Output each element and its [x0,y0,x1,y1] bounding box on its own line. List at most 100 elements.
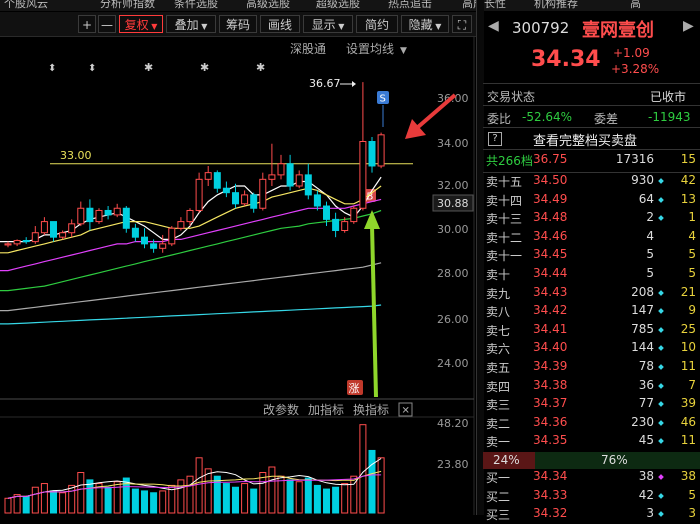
level-volume: 77 [638,396,654,411]
ask-row: 卖十二 34.46 4 4 [483,229,700,247]
level-label: 卖三 [486,398,511,413]
summary-label: 共266档 [486,154,533,168]
simple-mode-button[interactable]: 简约 [356,15,398,33]
level-price[interactable]: 34.50 [533,173,567,187]
level-price[interactable]: 34.37 [533,396,567,410]
menu-item[interactable]: 高级选股 [246,0,290,11]
ask-row: 卖十三 34.48 2 1 [483,210,700,228]
level-price[interactable]: 34.39 [533,359,567,373]
fullscreen-icon[interactable]: ⛶ [452,15,472,33]
level-volume: 3 [646,506,654,521]
level-volume: 42 [638,487,654,502]
event-marker[interactable]: ✱ [256,61,265,74]
level-price[interactable]: 34.46 [533,229,567,243]
candle-body [359,141,367,209]
menu-item[interactable]: 高 [630,0,641,11]
shenguton-link[interactable]: 深股通 [290,42,326,56]
level-price[interactable]: 34.41 [533,322,567,336]
menu-item[interactable]: 机构推荐 [534,0,578,11]
level-price[interactable]: 34.45 [533,247,567,261]
level-count: 4 [688,228,696,243]
menu-item[interactable]: 条件选股 [174,0,218,11]
full-orderbook-link[interactable]: 查看完整档买卖盘 [533,130,637,149]
level-price[interactable]: 34.38 [533,378,567,392]
candle-body [323,205,330,220]
level-price[interactable]: 34.40 [533,340,567,354]
event-marker[interactable]: ⬍ [48,63,56,74]
level-count: 11 [680,359,696,373]
ask-row: 卖七 34.41 785 25 [483,322,700,340]
level-price[interactable]: 34.43 [533,285,567,299]
prev-stock-icon[interactable]: ◀ [488,18,499,34]
level-price[interactable]: 34.36 [533,415,567,429]
volume-bar [22,495,30,514]
volume-bar [204,468,212,514]
candle-body [131,227,139,238]
price-tick: 30.00 [437,223,469,236]
next-stock-icon[interactable]: ▶ [683,18,694,34]
zoom-out-button[interactable]: — [98,15,116,33]
level-label: 卖六 [486,342,511,357]
stock-code: 300792 [512,19,570,37]
overlay-dropdown[interactable]: 叠加 ▼ [166,15,216,33]
candle-body [77,207,85,225]
zoom-in-button[interactable]: + [78,15,96,33]
menu-item[interactable]: 高成长性 [462,0,506,11]
level-price[interactable]: 34.35 [533,433,567,447]
level-label: 卖四 [486,379,511,394]
hide-dropdown[interactable]: 隐藏 ▼ [401,15,449,33]
level-price[interactable]: 34.49 [533,192,567,206]
menu-item[interactable]: 超级选股 [316,0,360,11]
marker-dot-icon [658,511,664,518]
chip-distribution-button[interactable]: 筹码 [219,15,257,33]
draw-line-button[interactable]: 画线 [260,15,300,33]
event-marker[interactable]: ✱ [200,61,209,74]
level-price[interactable]: 34.33 [533,488,567,502]
menu-item[interactable]: 分析师指数 [100,0,155,11]
level-price[interactable]: 34.44 [533,266,567,280]
ma-settings-link[interactable]: 设置均线 [346,42,394,56]
event-marker[interactable]: ✱ [144,61,153,74]
candle-body [22,240,30,243]
candle-body [268,174,276,180]
change-params-link[interactable]: 改参数 [263,402,299,417]
volume-bar [259,472,267,514]
candle-body [341,221,349,232]
candle-body [286,163,294,187]
candle-body [4,243,12,246]
level-label: 卖十二 [486,230,523,245]
level-count: 25 [680,321,696,336]
top-menu-bar: 个股风云 分析师指数 条件选股 高级选股 超级选股 热点追击 高成长性 机构推荐 高 [0,0,700,11]
weibi-label: 委比 [487,112,512,126]
kline-chart[interactable]: 深股通 设置均线 ▼ 33.00 36.67 S B 涨 改参数 加指标 换指标… [0,37,476,515]
ask-row: 卖六 34.40 144 10 [483,340,700,358]
marker-dot-icon [658,474,664,480]
volume-bar [332,486,340,514]
marker-dot-icon [658,401,664,408]
summary-count: 15 [680,152,696,166]
ask-row: 卖十 34.44 5 5 [483,266,700,284]
level-price[interactable]: 34.34 [533,469,567,483]
level-count: 5 [688,487,696,502]
help-icon[interactable]: ? [488,132,502,146]
event-marker[interactable]: ⬍ [88,63,96,74]
menu-item[interactable]: 热点追击 [388,0,432,11]
level-price[interactable]: 34.42 [533,303,567,317]
switch-indicator-link[interactable]: 换指标 [353,402,389,417]
green-arrow [370,224,378,398]
volume-bar [304,477,312,514]
level-price[interactable]: 34.48 [533,210,567,224]
add-indicator-link[interactable]: 加指标 [308,402,344,417]
menu-item[interactable]: 个股风云 [4,0,48,11]
level-label: 卖一 [486,435,511,450]
candle-body [377,134,385,167]
level-volume: 144 [631,340,654,355]
ask-row: 卖九 34.43 208 21 [483,285,700,303]
fuquan-dropdown[interactable]: 复权 ▼ [119,15,163,33]
level-price[interactable]: 34.32 [533,506,567,520]
display-dropdown[interactable]: 显示 ▼ [303,15,353,33]
candle-body [50,221,57,238]
summary-volume: 17316 [615,152,654,166]
marker-dot-icon [658,492,664,499]
marker-dot-icon [658,419,664,426]
